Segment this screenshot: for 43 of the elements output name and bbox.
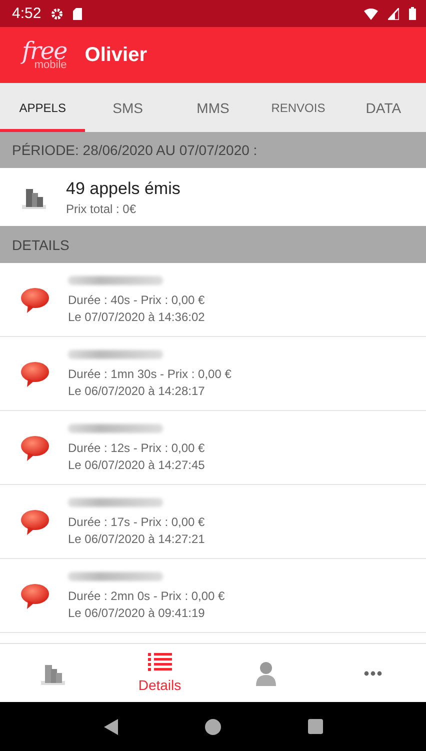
- details-header: DETAILS: [0, 226, 426, 263]
- speech-bubble-icon: [20, 286, 50, 314]
- tab[interactable]: SMS: [85, 83, 170, 132]
- call-date: Le 06/07/2020 à 14:27:45: [68, 458, 205, 472]
- call-row[interactable]: Durée : 1mn 30s - Prix : 0,00 € Le 06/07/2020 à 14:28:17: [0, 337, 426, 411]
- period-header: PÉRIODE: 28/06/2020 AU 07/07/2020 :: [0, 132, 426, 168]
- sd-card-icon: [73, 8, 82, 20]
- call-duration: Durée : 2mn 0s - Prix : 0,00 €: [68, 588, 225, 602]
- call-date: Le 06/07/2020 à 14:28:17: [68, 384, 206, 398]
- tab[interactable]: MMS: [170, 83, 256, 132]
- app-title: Olivier: [84, 44, 148, 66]
- call-duration: Durée : 17s - Prix : 0,00 €: [68, 514, 205, 528]
- more-icon: [364, 670, 382, 676]
- call-duration: Durée : 12s - Prix : 0,00 €: [68, 440, 205, 454]
- call-date: Le 07/07/2020 à 14:36:02: [68, 310, 205, 324]
- wifi-icon: [364, 8, 378, 20]
- signal-icon: [388, 8, 399, 20]
- gear-icon: [51, 8, 64, 20]
- call-count: 49 appels émis: [66, 178, 180, 198]
- call-row[interactable]: Durée : 12s - Prix : 0,00 € Le 06/07/2020 à 14:27:45: [0, 411, 426, 485]
- speech-bubble-icon: [20, 434, 50, 462]
- status-time: 4:52: [12, 5, 42, 22]
- call-date: Le 06/07/2020 à 09:41:19: [68, 606, 206, 620]
- call-duration: Durée : 40s - Prix : 0,00 €: [68, 292, 205, 306]
- tab[interactable]: RENVOIS: [256, 83, 341, 132]
- speech-bubble-icon: [20, 508, 50, 536]
- person-icon: [255, 660, 278, 686]
- home-icon[interactable]: [204, 718, 220, 734]
- back-icon[interactable]: [104, 718, 118, 734]
- speech-bubble-icon: [20, 360, 50, 388]
- list-icon: [148, 653, 172, 673]
- tab[interactable]: DATA: [340, 83, 426, 132]
- call-row[interactable]: Durée : 40s - Prix : 0,00 € Le 07/07/2020 à 14:36:02: [0, 263, 426, 337]
- call-row[interactable]: Durée : 2mn 0s - Prix : 0,00 € Le 06/07/2020 à 09:41:19: [0, 559, 426, 633]
- logo: free mobile: [22, 39, 67, 71]
- call-duration: Durée : 1mn 30s - Prix : 0,00 €: [68, 366, 232, 380]
- call-row[interactable]: Durée : 17s - Prix : 0,00 € Le 06/07/2020 à 14:27:21: [0, 485, 426, 559]
- speech-bubble-icon: [20, 582, 50, 610]
- recents-icon[interactable]: [308, 719, 322, 734]
- nav-item[interactable]: Details: [106, 644, 213, 702]
- total-price: Prix total : 0€: [66, 202, 138, 216]
- battery-icon: [409, 7, 416, 20]
- call-date: Le 06/07/2020 à 14:27:21: [68, 532, 205, 546]
